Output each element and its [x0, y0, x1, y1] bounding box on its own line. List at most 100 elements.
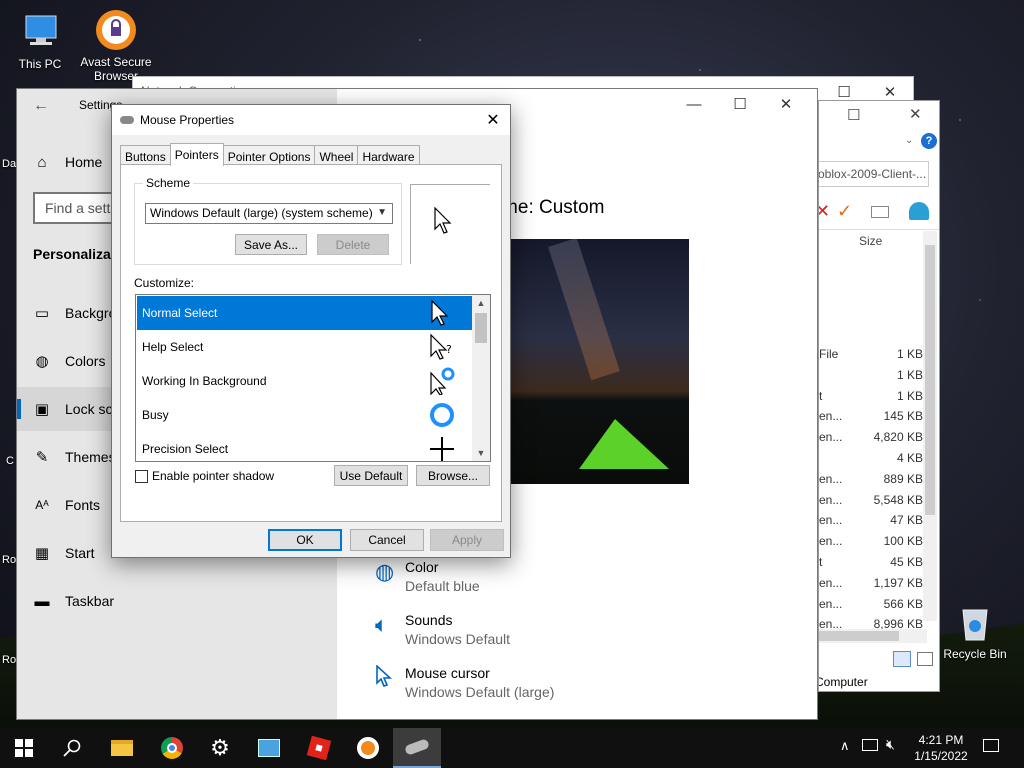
checkbox-box[interactable]: [135, 469, 148, 483]
close-icon[interactable]: ✕: [476, 105, 510, 135]
tab-pointers[interactable]: Pointers: [169, 143, 224, 166]
chevron-up-icon[interactable]: ∧: [840, 738, 850, 754]
search-button[interactable]: [48, 728, 96, 768]
use-default-button[interactable]: Use Default: [334, 465, 408, 486]
list-item-help-select[interactable]: Help Select ?: [137, 330, 472, 364]
list-item-working-in-background[interactable]: Working In Background: [137, 364, 472, 398]
shell-icon[interactable]: [909, 202, 929, 220]
mail-icon[interactable]: [871, 206, 889, 218]
chevron-up-icon[interactable]: ▲: [472, 295, 490, 311]
desktop-icon-recycle-bin[interactable]: Recycle Bin: [937, 600, 1013, 661]
minimize-icon[interactable]: —: [671, 89, 717, 119]
save-as-button[interactable]: Save As...: [235, 234, 307, 255]
chevron-down-icon[interactable]: ⌄: [905, 135, 913, 146]
theme-sounds-row[interactable]: 🔈︎ Sounds Windows Default: [375, 612, 510, 647]
working-cursor-icon: [430, 367, 455, 395]
file-size-cell: 145 KB: [883, 409, 923, 424]
browse-button[interactable]: Browse...: [416, 465, 490, 486]
nav-label: Taskbar: [65, 593, 115, 609]
nav-taskbar[interactable]: ▬ Taskbar: [17, 579, 337, 623]
tab-buttons[interactable]: Buttons: [120, 145, 171, 165]
file-type-cell: File: [819, 347, 839, 361]
nav-label: Home: [65, 154, 103, 170]
gear-icon: ⚙: [210, 735, 230, 760]
search-icon: [63, 739, 81, 757]
theme-color-row[interactable]: ◍ Color Default blue: [375, 559, 480, 594]
cursor-list-scrollbar[interactable]: ▲ ▼: [472, 295, 490, 461]
desktop-icon-label: This PC: [18, 57, 62, 71]
file-size-cell: 1 KB: [896, 347, 923, 361]
file-size-cell: 566 KB: [883, 596, 923, 611]
list-item-normal-select[interactable]: Normal Select: [137, 296, 472, 330]
close-icon[interactable]: ✕: [763, 89, 809, 119]
close-icon[interactable]: ✕: [909, 105, 922, 123]
row-value: Windows Default: [405, 631, 511, 647]
theme-preview-image[interactable]: [509, 239, 689, 484]
desktop-icon-this-pc[interactable]: This PC: [2, 10, 78, 71]
checkmark-icon[interactable]: ✓: [837, 201, 852, 222]
taskbar-mouse-properties[interactable]: [393, 728, 441, 768]
dialog-title: Mouse Properties: [140, 113, 235, 127]
column-header-size[interactable]: Size: [859, 234, 882, 248]
taskbar-network-connections[interactable]: [245, 728, 293, 768]
scheme-select[interactable]: Windows Default (large) (system scheme) …: [145, 203, 393, 224]
file-size-cell: 4,820 KB: [873, 430, 923, 445]
taskbar-chrome[interactable]: [148, 728, 196, 768]
list-item-label: Working In Background: [142, 374, 267, 388]
mouse-icon: [120, 116, 134, 124]
nav-label: Colors: [65, 353, 106, 369]
row-value: Default blue: [405, 578, 480, 594]
clock-date: 1/15/2022: [914, 749, 968, 763]
list-item-busy[interactable]: Busy: [137, 398, 472, 432]
taskbar-clock[interactable]: 4:21 PM 1/15/2022: [913, 733, 969, 763]
taskbar-settings[interactable]: ⚙: [196, 728, 244, 768]
ok-button[interactable]: OK: [268, 529, 342, 551]
back-arrow-icon[interactable]: ←: [33, 97, 49, 115]
network-tray-icon[interactable]: [862, 739, 878, 751]
row-title: Sounds: [405, 612, 453, 628]
help-icon[interactable]: ?: [921, 133, 937, 149]
list-item-label: Help Select: [142, 340, 204, 354]
tab-wheel[interactable]: Wheel: [314, 145, 359, 165]
desktop-edge-label: Ro: [2, 554, 17, 566]
scrollbar-thumb[interactable]: [475, 313, 487, 343]
action-center-icon[interactable]: [983, 739, 999, 752]
apply-button[interactable]: Apply: [430, 529, 504, 551]
vertical-scrollbar[interactable]: [923, 231, 937, 621]
chevron-down-icon[interactable]: ▼: [472, 445, 490, 461]
list-item-precision-select[interactable]: Precision Select: [137, 432, 472, 461]
maximize-icon[interactable]: ☐: [717, 89, 763, 119]
nav-label: Fonts: [65, 497, 101, 513]
theme-mouse-cursor-row[interactable]: Mouse cursor Windows Default (large): [375, 664, 554, 700]
file-size-cell: 1 KB: [896, 367, 923, 382]
maximize-icon[interactable]: ☐: [847, 106, 860, 124]
mouse-properties-dialog[interactable]: Mouse Properties ✕ Buttons Pointers Poin…: [111, 104, 511, 558]
file-explorer-window[interactable]: ☐ ✕ ⌄ ? oblox-2009-Client-... ✕ ✓ Size F…: [818, 100, 940, 692]
cancel-button[interactable]: Cancel: [350, 529, 424, 551]
windows-logo-icon: [15, 739, 33, 757]
start-button[interactable]: [0, 728, 48, 768]
taskbar-file-explorer[interactable]: [98, 728, 146, 768]
cursor-list[interactable]: Normal Select Help Select ? Working In B…: [135, 294, 491, 462]
computer-icon: [18, 10, 62, 54]
delete-button[interactable]: Delete: [317, 234, 389, 255]
delete-icon[interactable]: ✕: [819, 201, 830, 222]
checkbox-label: Enable pointer shadow: [152, 469, 275, 483]
volume-muted-icon[interactable]: 🔇︎: [886, 736, 895, 753]
details-view-icon[interactable]: [893, 651, 911, 667]
address-bar[interactable]: oblox-2009-Client-...: [819, 161, 929, 187]
customize-label: Customize:: [134, 276, 195, 290]
large-icons-view-icon[interactable]: [917, 652, 933, 666]
tab-pointer-options[interactable]: Pointer Options: [222, 145, 316, 165]
taskbar-avast-browser[interactable]: [344, 728, 392, 768]
crosshair-cursor-icon: [430, 437, 454, 461]
desktop-icon-avast[interactable]: Avast Secure Browser: [78, 8, 154, 83]
file-size-cell: 45 KB: [890, 555, 923, 569]
horizontal-scrollbar[interactable]: [819, 629, 927, 643]
clock-time: 4:21 PM: [918, 733, 964, 747]
file-type-cell: en...: [819, 471, 843, 486]
scheme-group: Scheme Windows Default (large) (system s…: [134, 176, 402, 265]
tab-hardware[interactable]: Hardware: [357, 145, 420, 165]
taskbar-roblox[interactable]: [295, 728, 343, 768]
enable-pointer-shadow-checkbox[interactable]: Enable pointer shadow: [135, 469, 274, 483]
